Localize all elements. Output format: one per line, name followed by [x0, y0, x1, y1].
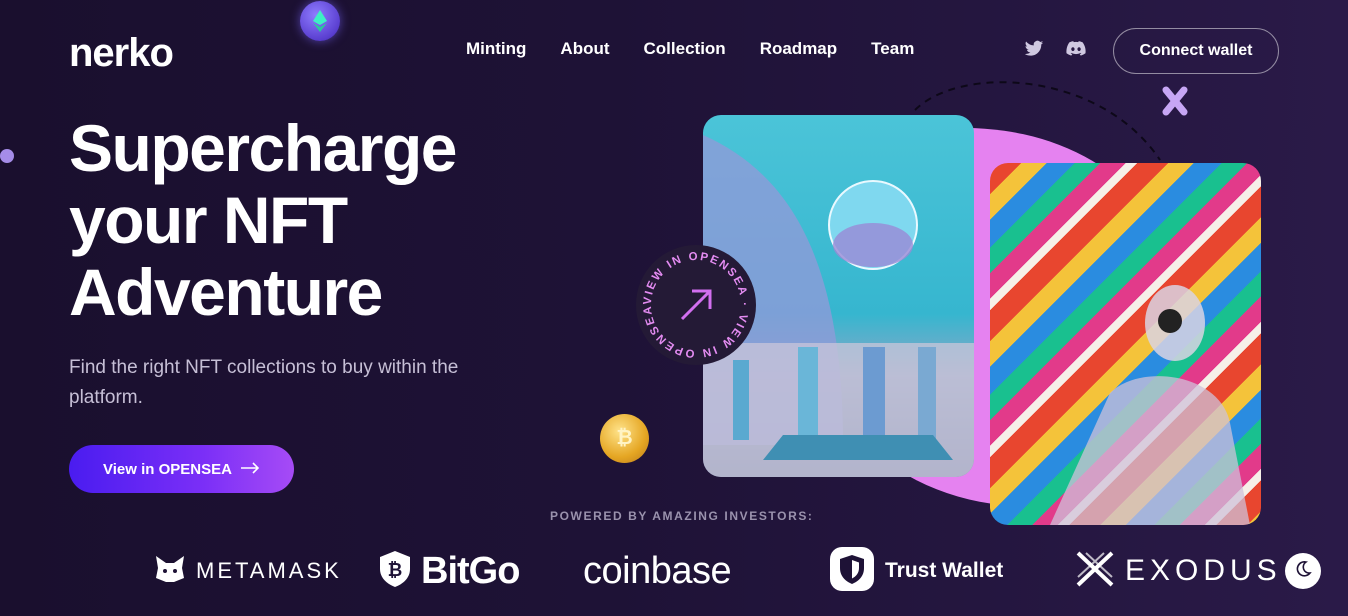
badge-text: VIEW IN OPENSEA · VIEW IN OPENSEA · — [633, 236, 748, 359]
investor-name: Trust Wallet — [885, 559, 1004, 582]
shield-icon — [829, 546, 875, 597]
hero-subtitle: Find the right NFT collections to buy wi… — [69, 357, 459, 408]
moon-icon — [1294, 560, 1312, 583]
dark-mode-toggle[interactable] — [1285, 553, 1321, 589]
investor-name: EXODUS — [1125, 554, 1282, 587]
view-opensea-button[interactable]: View in OPENSEA — [69, 445, 294, 493]
investor-name: BitGo — [421, 549, 520, 592]
fox-icon — [154, 554, 186, 589]
investor-exodus[interactable]: EXODUS — [1075, 548, 1282, 594]
exodus-x-icon — [1075, 550, 1115, 593]
decorative-dot — [0, 149, 14, 163]
investor-bitgo[interactable]: ₿ BitGo — [379, 548, 520, 594]
hero-title-line: Supercharge — [69, 111, 457, 185]
svg-text:VIEW IN OPENSEA · VIEW IN OPEN: VIEW IN OPENSEA · VIEW IN OPENSEA · — [636, 245, 750, 359]
nav-item-minting[interactable]: Minting — [466, 38, 526, 60]
social-links — [1024, 40, 1086, 58]
investor-trust-wallet[interactable]: Trust Wallet — [829, 546, 1004, 597]
bitcoin-coin-icon: ₿ — [600, 414, 649, 463]
ethereum-gem-icon — [300, 1, 340, 41]
discord-icon[interactable] — [1066, 40, 1086, 58]
connect-wallet-button[interactable]: Connect wallet — [1113, 28, 1279, 74]
investors-heading: POWERED BY AMAZING INVESTORS: — [550, 509, 814, 523]
nav-item-roadmap[interactable]: Roadmap — [760, 38, 837, 60]
opensea-circular-badge[interactable]: VIEW IN OPENSEA · VIEW IN OPENSEA · — [633, 236, 756, 365]
cta-label: View in OPENSEA — [103, 460, 232, 478]
x-decoration-icon — [1162, 86, 1188, 116]
arrow-right-icon — [240, 461, 260, 478]
hero-title-line: your NFT — [69, 183, 348, 257]
hero-title-line: Adventure — [69, 255, 383, 329]
main-nav: Minting About Collection Roadmap Team — [466, 38, 914, 60]
investor-name: METAMASK — [196, 558, 342, 583]
hero-title: Supercharge your NFT Adventure — [69, 112, 609, 328]
bitcoin-shield-icon: ₿ — [379, 550, 411, 593]
twitter-icon[interactable] — [1024, 40, 1044, 58]
nft-card-chrome-figure[interactable] — [990, 163, 1261, 525]
nav-item-team[interactable]: Team — [871, 38, 914, 60]
investor-name: coinbase — [583, 549, 732, 592]
investor-metamask[interactable]: METAMASK — [154, 548, 342, 594]
nav-item-about[interactable]: About — [560, 38, 609, 60]
investor-coinbase[interactable]: coinbase — [583, 548, 732, 594]
brand-logo[interactable]: nerko — [69, 33, 174, 73]
nav-item-collection[interactable]: Collection — [644, 38, 726, 60]
svg-text:₿: ₿ — [388, 560, 403, 580]
